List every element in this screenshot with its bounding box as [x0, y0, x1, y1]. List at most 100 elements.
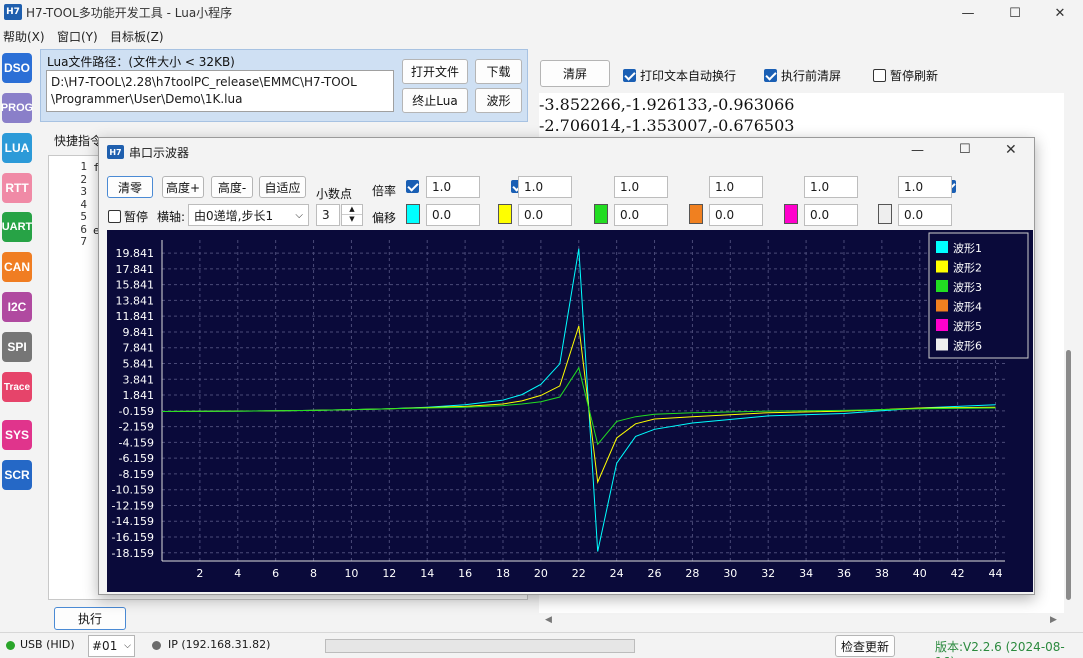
sidebar-item-spi[interactable]: SPI [2, 332, 32, 362]
channel-6-scale-input[interactable]: 1.0 [898, 176, 952, 198]
pause-refresh-label: 暂停刷新 [890, 69, 939, 83]
clear-screen-button[interactable]: 清屏 [540, 60, 610, 87]
line-number: 7 [80, 235, 87, 248]
channel-1-color-swatch[interactable] [406, 204, 420, 224]
pause-check-icon [108, 210, 121, 223]
channel-4-offset-input[interactable]: 0.0 [709, 204, 763, 226]
x-tick-label: 36 [837, 567, 851, 580]
x-axis-select-value: 由0递增,步长1 [194, 208, 274, 223]
channel-2-color-swatch[interactable] [498, 204, 512, 224]
osc-close-icon[interactable]: ✕ [1005, 142, 1017, 158]
sidebar-item-prog[interactable]: PROG [1, 93, 33, 123]
menu-window[interactable]: 窗口(Y) [57, 28, 98, 45]
plot-canvas: 19.841 17.841 15.841 13.841 11.841 9.841 7.841… [112, 232, 1029, 580]
menu-help[interactable]: 帮助(X) [3, 28, 45, 45]
sidebar-item-lua[interactable]: LUA [2, 133, 32, 163]
check-update-button[interactable]: 检查更新 [835, 635, 895, 657]
waveform-button[interactable]: 波形 [475, 88, 522, 113]
channel-5-offset-input[interactable]: 0.0 [804, 204, 858, 226]
scroll-left-icon[interactable]: ◀ [545, 615, 552, 625]
stop-lua-button[interactable]: 终止Lua [402, 88, 468, 113]
sidebar-item-uart[interactable]: UART [2, 212, 32, 242]
tab-quick-commands[interactable]: 快捷指令 [54, 132, 102, 149]
channel-1-offset-input[interactable]: 0.0 [426, 204, 480, 226]
auto-fit-button[interactable]: 自适应 [259, 176, 306, 198]
channel-2-scale-input[interactable]: 1.0 [518, 176, 572, 198]
clear-before-exec-checkbox[interactable]: 执行前清屏 [764, 67, 841, 84]
x-tick-label: 4 [234, 567, 241, 580]
x-axis-label: 横轴: [157, 210, 186, 224]
channel-6-color-swatch[interactable] [878, 204, 892, 224]
lua-path-field[interactable]: D:\H7-TOOL\2.28\h7toolPC_release\EMMC\H7… [46, 70, 394, 112]
pause-refresh-checkbox[interactable]: 暂停刷新 [873, 67, 938, 84]
channel-3-scale-input[interactable]: 1.0 [614, 176, 668, 198]
channel-4-scale-input[interactable]: 1.0 [709, 176, 763, 198]
channel-5-scale-input[interactable]: 1.0 [804, 176, 858, 198]
maximize-icon[interactable]: ☐ [992, 0, 1038, 26]
y-tick-label: 1.841 [123, 389, 155, 402]
x-tick-label: 28 [685, 567, 699, 580]
menu-target-board[interactable]: 目标板(Z) [110, 28, 164, 45]
decimal-label: 小数点 [316, 187, 353, 201]
download-button[interactable]: 下载 [475, 59, 522, 84]
channel-6-offset-input[interactable]: 0.0 [898, 204, 952, 226]
sidebar-item-scr[interactable]: SCR [2, 460, 32, 490]
minimize-icon[interactable]: — [945, 0, 991, 26]
progress-bar [325, 639, 635, 653]
port-select[interactable]: #01 ⌵ [88, 635, 135, 657]
ip-status-icon [152, 641, 161, 650]
sidebar-item-trace[interactable]: Trace [2, 372, 32, 402]
sidebar-item-rtt[interactable]: RTT [2, 173, 32, 203]
channel-3-color-swatch[interactable] [594, 204, 608, 224]
x-axis-select[interactable]: 由0递增,步长1 ⌵ [188, 204, 309, 226]
stepper-down-icon[interactable]: ▼ [342, 215, 362, 225]
height-minus-button[interactable]: 高度- [211, 176, 253, 198]
window-title: H7-TOOL多功能开发工具 - Lua小程序 [26, 6, 233, 20]
menu-bar: 帮助(X) 窗口(Y) 目标板(Z) [0, 26, 1083, 46]
close-icon[interactable]: ✕ [1037, 0, 1083, 26]
sidebar-item-dso[interactable]: DSO [2, 53, 32, 83]
ip-status-text: IP (192.168.31.82) [168, 638, 271, 651]
lua-path-label: Lua文件路径：(文件大小 < 32KB) [47, 55, 235, 69]
zero-button[interactable]: 清零 [107, 176, 153, 198]
y-tick-label: -0.159 [119, 405, 154, 418]
open-file-button[interactable]: 打开文件 [402, 59, 468, 84]
console-line-1: -3.852266,-1.926133,-0.963066 [539, 95, 795, 114]
oscilloscope-plot[interactable]: 19.841 17.841 15.841 13.841 11.841 9.841 7.841… [107, 230, 1033, 592]
x-tick-label: 22 [572, 567, 586, 580]
execute-button[interactable]: 执行 [54, 607, 126, 630]
channel-1-enable-checkbox[interactable] [406, 180, 419, 193]
x-tick-label: 32 [761, 567, 775, 580]
y-tick-label: 19.841 [116, 247, 155, 260]
app-logo-icon: H7 [4, 4, 22, 20]
scroll-right-icon[interactable]: ▶ [1050, 615, 1057, 625]
sidebar-item-can[interactable]: CAN [2, 252, 32, 282]
line-numbers: 1234567 [69, 160, 87, 249]
auto-wrap-checkbox[interactable]: 打印文本自动换行 [623, 67, 736, 84]
x-tick-label: 42 [951, 567, 965, 580]
osc-minimize-icon[interactable]: — [911, 143, 924, 158]
decimal-input[interactable]: 3 [316, 204, 340, 226]
y-tick-label: 3.841 [123, 373, 155, 386]
console-scrollbar[interactable] [1066, 350, 1071, 600]
y-tick-label: 15.841 [116, 279, 155, 292]
sidebar-item-sys[interactable]: SYS [2, 420, 32, 450]
channel-4-color-swatch[interactable] [689, 204, 703, 224]
y-tick-label: 7.841 [123, 342, 155, 355]
channel-5-color-swatch[interactable] [784, 204, 798, 224]
channel-3-offset-input[interactable]: 0.0 [614, 204, 668, 226]
sidebar-item-i2c[interactable]: I2C [2, 292, 32, 322]
stepper-up-icon[interactable]: ▲ [342, 205, 362, 215]
line-number: 5 [80, 210, 87, 223]
osc-maximize-icon[interactable]: ☐ [959, 142, 971, 157]
channel-1-scale-input[interactable]: 1.0 [426, 176, 480, 198]
decimal-stepper[interactable]: ▲ ▼ [341, 204, 363, 226]
pause-checkbox[interactable]: 暂停 [108, 208, 148, 225]
legend-label-6: 波形6 [953, 340, 982, 353]
line-number: 3 [80, 185, 87, 198]
x-tick-label: 26 [648, 567, 662, 580]
legend-swatch-2 [936, 260, 948, 273]
y-tick-label: 11.841 [116, 310, 155, 323]
height-plus-button[interactable]: 高度+ [162, 176, 204, 198]
channel-2-offset-input[interactable]: 0.0 [518, 204, 572, 226]
